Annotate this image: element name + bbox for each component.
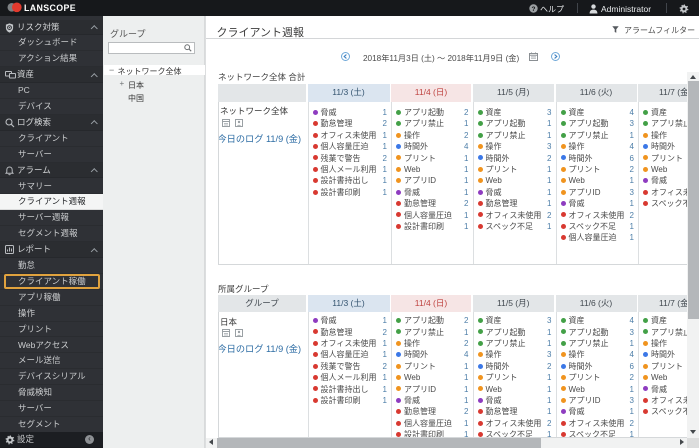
svg-text:?: ? xyxy=(532,6,536,13)
